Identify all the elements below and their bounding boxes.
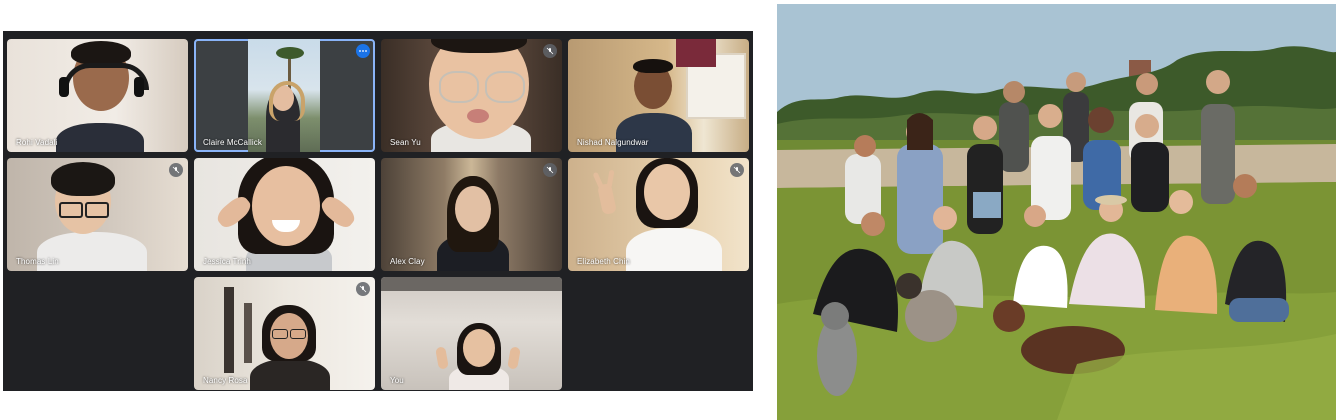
more-options-icon [359,50,367,52]
video-call-grid: Rohi Vadali Claire McCallick Sean Yu Nis… [3,31,753,391]
participant-tile-sean-yu[interactable]: Sean Yu [381,39,562,152]
participant-tile-thomas-lin[interactable]: Thomas Lin [7,158,188,271]
participant-name: Rohi Vadali [16,138,58,147]
mic-muted-indicator [543,44,557,58]
participant-tile-nancy-rosa[interactable]: Nancy Rosa [194,277,375,390]
participant-video [401,39,551,152]
participant-name: You [390,376,404,385]
participant-video [592,158,736,271]
participant-name: Claire McCallick [203,138,262,147]
mic-muted-indicator [730,163,744,177]
participant-tile-you[interactable]: You [381,277,562,390]
participant-video [244,301,334,390]
participant-tile-nishad-nalgundwar[interactable]: Nishad Nalgundwar [568,39,749,152]
mic-off-icon [546,166,554,174]
participant-tile-elizabeth-chin[interactable]: Elizabeth Chin [568,158,749,271]
mic-muted-indicator [169,163,183,177]
participant-video [429,321,529,390]
participant-name: Thomas Lin [16,257,59,266]
participant-name: Nishad Nalgundwar [577,138,649,147]
participant-video [208,158,364,271]
mic-muted-indicator [543,163,557,177]
mic-off-icon [546,47,554,55]
participant-video [433,174,513,271]
participant-name: Elizabeth Chin [577,257,630,266]
group-photo-illustration [777,4,1336,420]
participant-name: Sean Yu [390,138,421,147]
participant-video [51,41,151,152]
participant-video [248,39,320,152]
participant-tile-claire-mccallick[interactable]: Claire McCallick [194,39,375,152]
more-options-button[interactable] [356,44,370,58]
participant-name: Jessica Trinh [203,257,251,266]
mic-muted-indicator [356,282,370,296]
participant-name: Nancy Rosa [203,376,248,385]
mic-off-icon [359,285,367,293]
mic-off-icon [733,166,741,174]
participant-video [27,162,147,271]
participant-name: Alex Clay [390,257,425,266]
group-photo [777,4,1336,420]
mic-off-icon [172,166,180,174]
participant-tile-jessica-trinh[interactable]: Jessica Trinh [194,158,375,271]
participant-tile-alex-clay[interactable]: Alex Clay [381,158,562,271]
participant-tile-rohi-vadali[interactable]: Rohi Vadali [7,39,188,152]
